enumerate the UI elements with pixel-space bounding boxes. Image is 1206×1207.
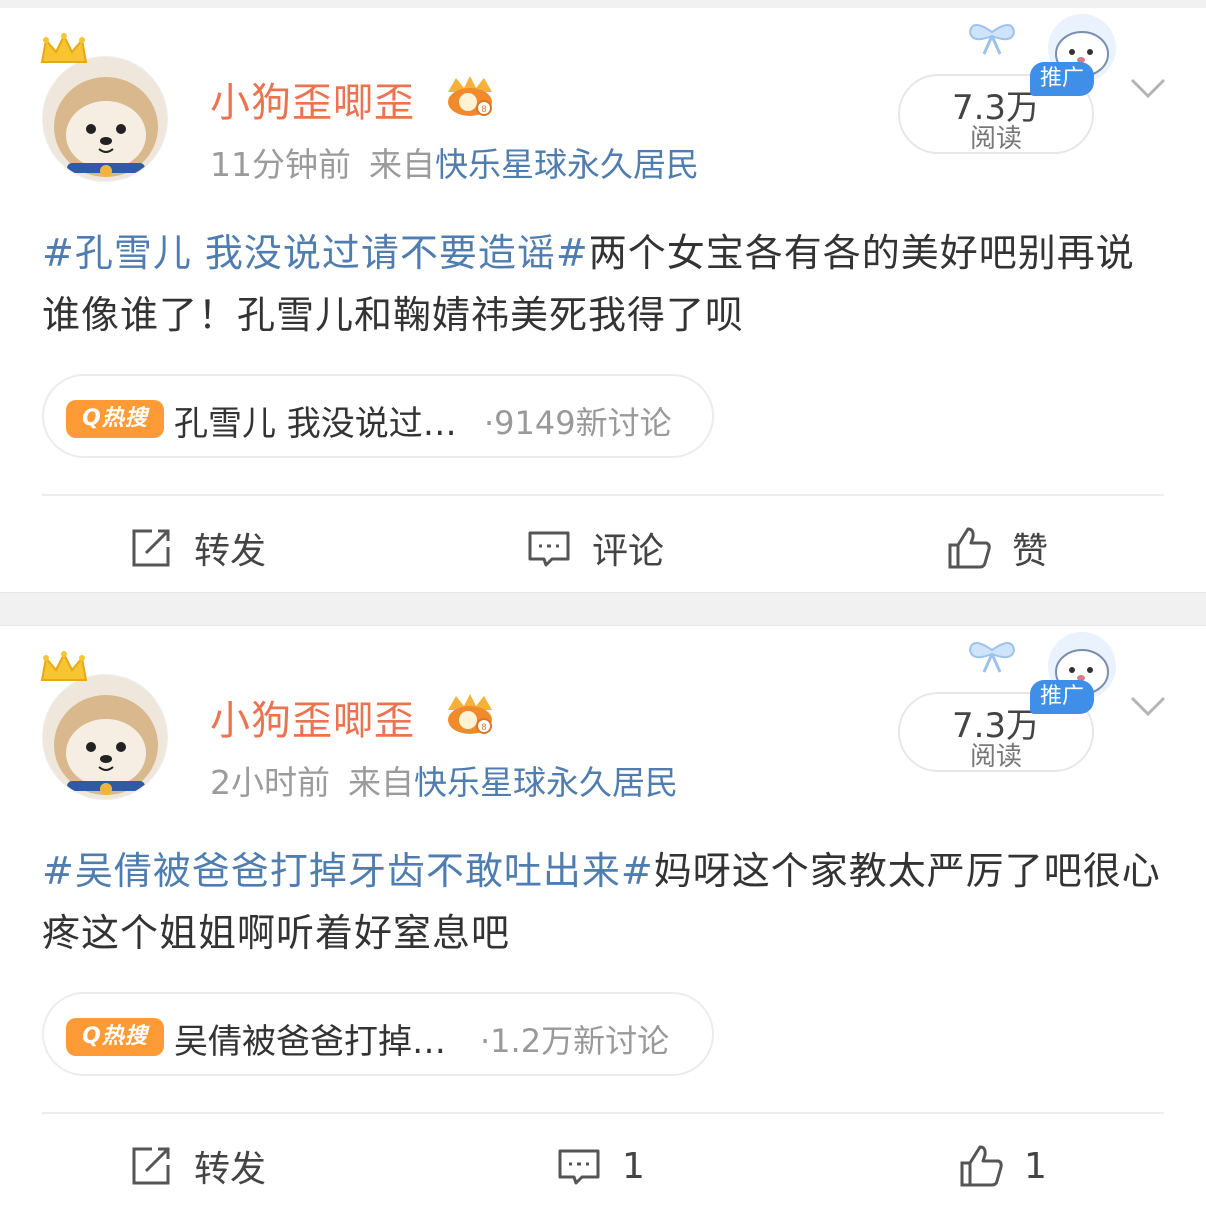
read-label: 阅读 [969,124,1022,154]
topic-tag[interactable]: #吴倩被爸爸打掉牙齿不敢吐出来# [42,849,654,893]
post-meta: 11分钟前 来自快乐星球永久居民 [210,138,699,186]
repost-icon [132,1147,170,1185]
like-count: 1 [1024,1145,1047,1187]
hot-search-badge: Q热搜 [66,400,164,438]
svg-text:8: 8 [481,722,486,732]
post-source[interactable]: 快乐星球永久居民 [414,763,678,802]
hot-search-count: ·9149新讨论 [484,404,672,442]
hot-search-title: 孔雪儿 我没说过… [174,404,457,444]
hot-search-badge: Q热搜 [66,1018,164,1056]
hot-search-title: 吴倩被爸爸打掉… [174,1022,446,1062]
like-icon [948,527,991,569]
divider [42,494,1164,496]
divider [42,1112,1164,1114]
like-icon [960,1145,1003,1187]
like-label: 赞 [1012,531,1049,572]
svg-text:8: 8 [481,104,486,114]
comment-icon [528,531,570,567]
read-label: 阅读 [969,742,1022,772]
comment-label: 评论 [592,531,665,572]
comment-icon [558,1149,600,1185]
like-button[interactable]: 1 [958,1138,1047,1194]
crown-icon [40,651,88,681]
vip-badge-icon[interactable]: 8 [442,74,498,118]
repost-button[interactable]: 转发 [128,1138,266,1194]
comment-count: 1 [622,1145,645,1187]
crown-icon [40,33,88,63]
avatar[interactable] [42,674,168,800]
avatar-container[interactable] [34,32,174,182]
hot-search-count: ·1.2万新讨论 [480,1022,670,1060]
chevron-down-icon[interactable] [1128,692,1168,722]
post-time: 2小时前 [210,763,330,802]
post-text: #孔雪儿 我没说过请不要造谣#两个女宝各有各的美好吧别再说谁像谁了！孔雪儿和鞠婧… [42,222,1167,346]
avatar[interactable] [42,56,168,182]
repost-button[interactable]: 转发 [128,520,266,576]
repost-icon [132,529,170,567]
hot-search-card[interactable]: Q热搜 孔雪儿 我没说过… ·9149新讨论 [42,374,714,458]
post-separator [0,592,1206,626]
post-card: 小狗歪唧歪 8 2小时前 来自快乐星球永久居民 7.3万 阅读 推广 #吴倩被爸爸… [0,626,1206,1207]
username[interactable]: 小狗歪唧歪 [210,688,415,746]
top-gap [0,0,1206,8]
post-time: 11分钟前 [210,145,351,184]
post-text: #吴倩被爸爸打掉牙齿不敢吐出来#妈呀这个家教太严厉了吧很心疼这个姐姐啊听着好窒息… [42,840,1167,964]
ad-badge: 推广 [1030,680,1094,714]
vip-badge-icon[interactable]: 8 [442,692,498,736]
post-source[interactable]: 快乐星球永久居民 [435,145,699,184]
hot-search-card[interactable]: Q热搜 吴倩被爸爸打掉… ·1.2万新讨论 [42,992,714,1076]
repost-label: 转发 [194,531,267,572]
comment-button[interactable]: 1 [556,1138,645,1194]
post-meta: 2小时前 来自快乐星球永久居民 [210,756,678,804]
username[interactable]: 小狗歪唧歪 [210,70,415,128]
topic-tag[interactable]: #孔雪儿 我没说过请不要造谣# [42,231,589,275]
chevron-down-icon[interactable] [1128,74,1168,104]
comment-button[interactable]: 评论 [526,520,664,576]
from-label: 来自 [348,763,414,802]
from-label: 来自 [369,145,435,184]
ad-badge: 推广 [1030,62,1094,96]
avatar-container[interactable] [34,650,174,800]
post-card: 小狗歪唧歪 8 11分钟前 来自快乐星球永久居民 7.3万 阅读 推广 #孔雪儿 … [0,8,1206,592]
like-button[interactable]: 赞 [946,520,1048,576]
repost-label: 转发 [194,1149,267,1190]
